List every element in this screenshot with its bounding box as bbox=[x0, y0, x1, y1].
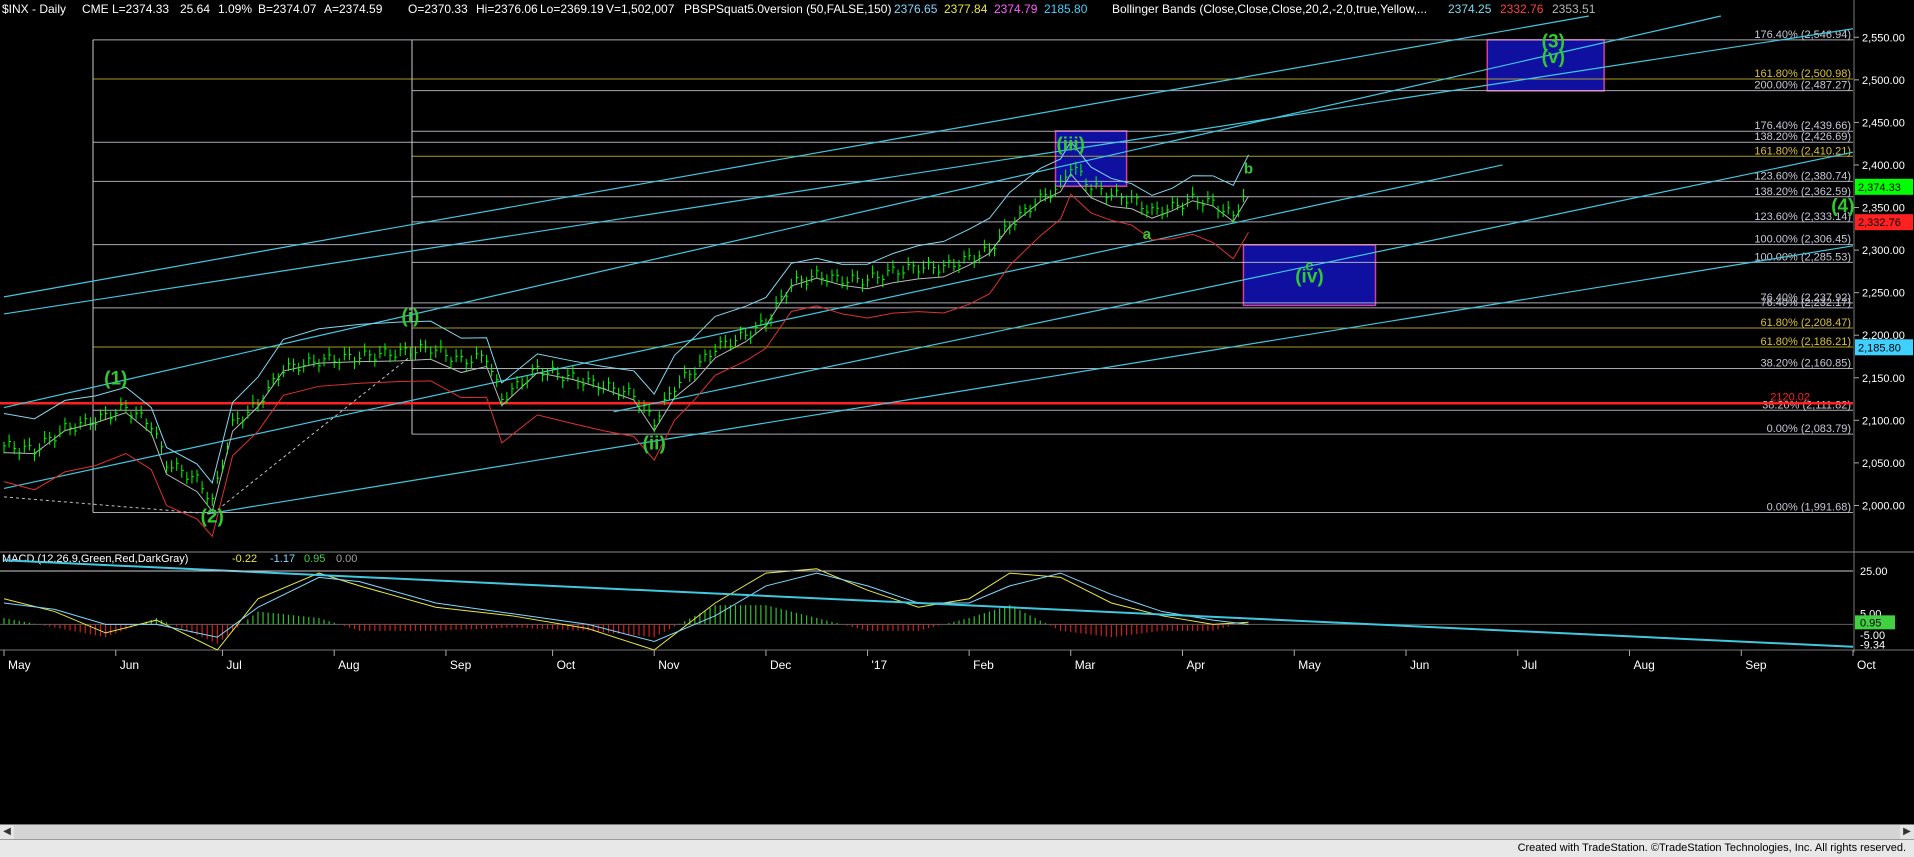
horizontal-scrollbar[interactable]: ◀ ▶ bbox=[0, 824, 1914, 839]
header-field: $INX - Daily bbox=[2, 2, 66, 16]
x-tick-label: '17 bbox=[872, 658, 888, 672]
y-tick-label: 2,350.00 bbox=[1862, 203, 1905, 215]
fib-label: 200.00% (2,487.27) bbox=[1754, 80, 1851, 92]
fib-label: 100.00% (2,285.53) bbox=[1754, 251, 1851, 263]
header-field: A=2374.59 bbox=[324, 2, 383, 16]
x-tick-label: Feb bbox=[973, 658, 994, 672]
chart-background bbox=[0, 0, 1914, 824]
x-tick-label: Apr bbox=[1186, 658, 1205, 672]
copyright-text: Created with TradeStation. ©TradeStation… bbox=[1517, 842, 1906, 854]
price-tag-label: 2,332.76 bbox=[1858, 217, 1901, 229]
fib-label: 161.80% (2,500.98) bbox=[1754, 68, 1851, 80]
y-tick-label: 2,100.00 bbox=[1862, 415, 1905, 427]
fib-label: 176.40% (2,546.94) bbox=[1754, 29, 1851, 41]
header-field: 2374.25 bbox=[1448, 2, 1492, 16]
macd-value: -1.17 bbox=[270, 553, 295, 565]
wave-label: (ii) bbox=[643, 433, 666, 454]
header-field: 2376.65 bbox=[894, 2, 938, 16]
header-field: PBSPSquat5.0version (50,FALSE,150) bbox=[684, 2, 891, 16]
header-field: V=1,502,007 bbox=[606, 2, 675, 16]
y-tick-label: 2,450.00 bbox=[1862, 117, 1905, 129]
macd-value: -0.22 bbox=[232, 553, 257, 565]
x-tick-label: Nov bbox=[658, 658, 679, 672]
support-label: 2120.02 bbox=[1770, 391, 1810, 403]
scroll-left-icon[interactable]: ◀ bbox=[0, 825, 14, 839]
header-field: O=2370.33 bbox=[408, 2, 468, 16]
x-tick-label: Sep bbox=[450, 658, 472, 672]
macd-y-tick-label: 25.00 bbox=[1860, 566, 1888, 578]
fib-label: 123.60% (2,380.74) bbox=[1754, 170, 1851, 182]
macd-y-tick-label: 0.95 bbox=[1860, 617, 1881, 629]
x-tick-label: Sep bbox=[1745, 658, 1767, 672]
y-tick-label: 2,300.00 bbox=[1862, 245, 1905, 257]
header-field: L=2374.33 bbox=[112, 2, 169, 16]
y-tick-label: 2,050.00 bbox=[1862, 458, 1905, 470]
wave-label: a bbox=[1143, 226, 1152, 243]
fib-label: 0.00% (1,991.68) bbox=[1767, 502, 1851, 514]
price-chart[interactable]: $INX - Daily CME L=2374.33 25.64 1.09% B=2374… bbox=[0, 0, 1914, 824]
header-field: 2332.76 bbox=[1500, 2, 1544, 16]
x-tick-label: Oct bbox=[557, 658, 576, 672]
y-tick-label: 2,550.00 bbox=[1862, 32, 1905, 44]
header-field: Bollinger Bands (Close,Close,Close,20,2,… bbox=[1112, 2, 1427, 16]
macd-value: 0.95 bbox=[304, 553, 325, 565]
y-tick-label: 2,500.00 bbox=[1862, 75, 1905, 87]
x-tick-label: Jun bbox=[1410, 658, 1429, 672]
x-tick-label: Jul bbox=[1522, 658, 1537, 672]
wave-label: b bbox=[1244, 160, 1253, 177]
macd-label: MACD (12,26,9,Green,Red,DarkGray) bbox=[2, 553, 188, 565]
header-field: 2353.51 bbox=[1552, 2, 1596, 16]
wave-label: (2) bbox=[201, 506, 224, 527]
x-tick-label: May bbox=[1298, 658, 1321, 672]
x-tick-label: Jul bbox=[226, 658, 241, 672]
wave-label: (iii) bbox=[1056, 134, 1085, 155]
header-field: 2185.80 bbox=[1044, 2, 1088, 16]
fib-label: 61.80% (2,186.21) bbox=[1760, 336, 1851, 348]
header-field: CME bbox=[82, 2, 109, 16]
y-tick-label: 2,150.00 bbox=[1862, 373, 1905, 385]
header-field: Hi=2376.06 bbox=[476, 2, 538, 16]
status-footer: Created with TradeStation. ©TradeStation… bbox=[0, 839, 1914, 857]
fib-label: 138.20% (2,426.69) bbox=[1754, 131, 1851, 143]
fib-label: 76.40% (2,232.17) bbox=[1760, 297, 1851, 309]
wave-label: (1) bbox=[104, 369, 127, 390]
fib-label: 0.00% (2,083.79) bbox=[1767, 423, 1851, 435]
wave-label: (4) bbox=[1831, 196, 1854, 217]
x-tick-label: Oct bbox=[1857, 658, 1876, 672]
x-tick-label: Aug bbox=[1633, 658, 1654, 672]
scroll-right-icon[interactable]: ▶ bbox=[1900, 825, 1914, 839]
chart-window: $INX - Daily CME L=2374.33 25.64 1.09% B=2374… bbox=[0, 0, 1914, 857]
header-field: Lo=2369.19 bbox=[540, 2, 604, 16]
header-field: 1.09% bbox=[218, 2, 252, 16]
x-tick-label: Aug bbox=[338, 658, 359, 672]
x-tick-label: Mar bbox=[1075, 658, 1096, 672]
x-tick-label: Jun bbox=[120, 658, 139, 672]
price-tag-label: 2,374.33 bbox=[1858, 182, 1901, 194]
macd-value: 0.00 bbox=[336, 553, 357, 565]
x-tick-label: May bbox=[8, 658, 31, 672]
price-tag-label: 2,185.80 bbox=[1858, 342, 1901, 354]
y-tick-label: 2,000.00 bbox=[1862, 500, 1905, 512]
y-tick-label: 2,400.00 bbox=[1862, 160, 1905, 172]
fib-label: 38.20% (2,160.85) bbox=[1760, 358, 1851, 370]
y-tick-label: 2,250.00 bbox=[1862, 288, 1905, 300]
x-tick-label: Dec bbox=[770, 658, 791, 672]
header-field: 25.64 bbox=[180, 2, 210, 16]
wave-label: (v) bbox=[1542, 47, 1565, 68]
wave-label: (iv) bbox=[1295, 266, 1324, 287]
macd-y-tick-label: -9.34 bbox=[1860, 639, 1885, 651]
fib-label: 61.80% (2,208.47) bbox=[1760, 317, 1851, 329]
header-field: 2374.79 bbox=[994, 2, 1038, 16]
header-field: B=2374.07 bbox=[258, 2, 317, 16]
fib-label: 100.00% (2,306.45) bbox=[1754, 234, 1851, 246]
wave-label: (i) bbox=[401, 306, 419, 327]
header-field: 2377.84 bbox=[944, 2, 988, 16]
